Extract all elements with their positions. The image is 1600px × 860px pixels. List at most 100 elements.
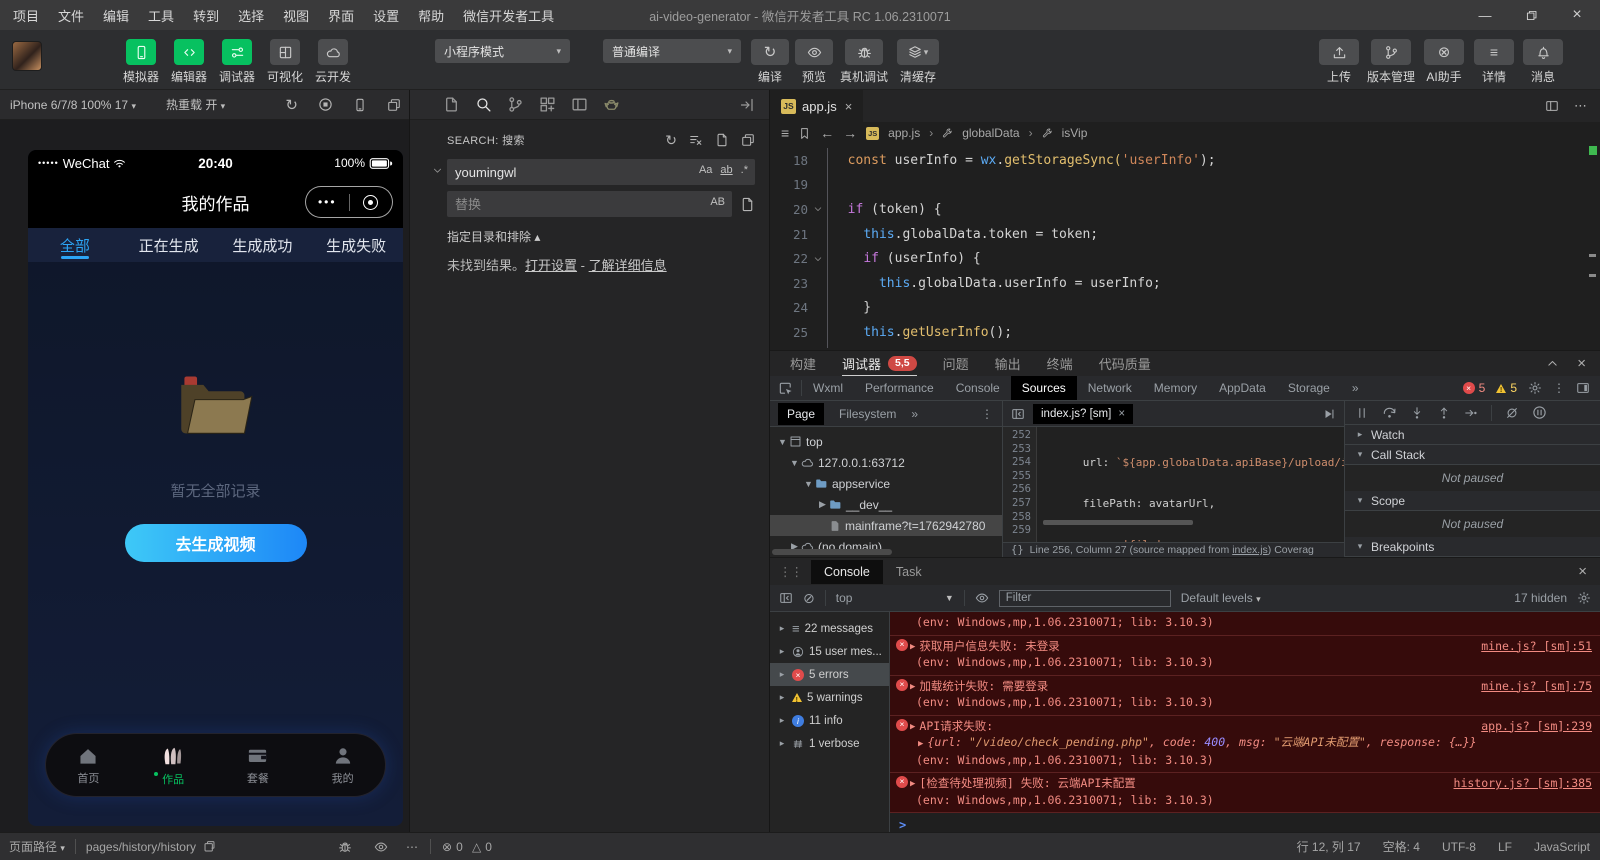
- expand-icon[interactable]: ▶: [910, 680, 915, 696]
- fold-icon[interactable]: [813, 254, 823, 264]
- code-editor[interactable]: 18 const userInfo = wx.getStorageSync('u…: [770, 144, 1600, 350]
- learn-more-link[interactable]: 了解详细信息: [589, 258, 667, 273]
- tree-item-appservice[interactable]: ▼appservice: [770, 473, 1002, 494]
- cloud-dev-button[interactable]: 云开发: [309, 39, 357, 85]
- warning-count[interactable]: 5: [1496, 381, 1517, 395]
- more-actions-icon[interactable]: ⋯: [1574, 98, 1587, 114]
- devtools-tab-performance[interactable]: Performance: [854, 376, 945, 400]
- navigator-tab-filesystem[interactable]: Filesystem: [830, 403, 905, 425]
- console-error-row[interactable]: ×▶获取用户信息失败: 未登录mine.js? [sm]:51 (env: Wi…: [890, 636, 1600, 676]
- regex-toggle[interactable]: .*: [741, 164, 748, 176]
- console-error-row[interactable]: ×▶加载统计失败: 需要登录mine.js? [sm]:75 (env: Win…: [890, 676, 1600, 716]
- console-sidebar-toggle-icon[interactable]: [779, 591, 793, 605]
- debugger-toggle-button[interactable]: 调试器: [213, 39, 261, 85]
- fold-icon[interactable]: [813, 204, 823, 214]
- inspect-icon[interactable]: [778, 381, 793, 396]
- stop-icon[interactable]: [318, 97, 333, 112]
- breakpoints-section[interactable]: ▾Breakpoints: [1345, 537, 1600, 557]
- language-mode[interactable]: JavaScript: [1534, 840, 1590, 854]
- problems-indicator[interactable]: ⊗0: [442, 840, 463, 854]
- bookmark-icon[interactable]: [798, 127, 811, 140]
- simulator-toggle-button[interactable]: 模拟器: [117, 39, 165, 85]
- menu-interface[interactable]: 界面: [328, 6, 354, 25]
- breadcrumb-symbol[interactable]: globalData: [962, 126, 1019, 140]
- filter-user-messages[interactable]: ▸15 user mes...: [770, 640, 889, 663]
- replace-input[interactable]: [447, 191, 732, 217]
- pause-icon[interactable]: [1355, 406, 1369, 420]
- menu-file[interactable]: 文件: [58, 6, 84, 25]
- tab-success[interactable]: 生成成功: [216, 228, 310, 262]
- filter-all-messages[interactable]: ▸≡22 messages: [770, 617, 889, 640]
- tab-indexjs[interactable]: index.js? [sm]×: [1033, 404, 1133, 424]
- close-tab-icon[interactable]: ×: [1118, 408, 1125, 420]
- files-icon[interactable]: [443, 96, 460, 113]
- tree-item-mainframe[interactable]: mainframe?t=1762942780: [770, 515, 1002, 536]
- filter-warnings[interactable]: ▸5 warnings: [770, 686, 889, 709]
- devtools-tab-appdata[interactable]: AppData: [1208, 376, 1277, 400]
- tree-item-top[interactable]: ▼top: [770, 431, 1002, 452]
- messages-button[interactable]: 消息: [1520, 39, 1566, 85]
- mapped-file-link[interactable]: index.js: [1232, 544, 1268, 556]
- more-tabs-icon[interactable]: »: [1341, 376, 1370, 400]
- hot-reload-toggle[interactable]: 热重载 开 ▾: [166, 96, 225, 113]
- pause-on-exceptions-icon[interactable]: [1532, 405, 1547, 420]
- ai-assistant-button[interactable]: ⊗ AI助手: [1420, 39, 1468, 85]
- log-levels-select[interactable]: Default levels ▾: [1181, 591, 1261, 605]
- generate-video-button[interactable]: 去生成视频: [125, 524, 307, 562]
- indent-setting[interactable]: 空格: 4: [1383, 838, 1420, 855]
- expand-icon[interactable]: ▶: [918, 739, 923, 749]
- clear-console-icon[interactable]: ⊘: [803, 590, 815, 607]
- dirs-toggle[interactable]: 指定目录和排除 ▴: [447, 228, 755, 245]
- tabbar-mine[interactable]: 我的: [300, 734, 385, 796]
- phone-frame-icon[interactable]: [353, 98, 367, 112]
- devtools-tab-network[interactable]: Network: [1077, 376, 1143, 400]
- layout-icon[interactable]: [571, 96, 588, 113]
- gear-icon[interactable]: [1528, 381, 1542, 395]
- console-prompt[interactable]: >: [890, 813, 1600, 832]
- menu-project[interactable]: 项目: [13, 6, 39, 25]
- console-error-row[interactable]: (env: Windows,mp,1.06.2310071; lib: 3.10…: [890, 612, 1600, 636]
- outline-icon[interactable]: ≡: [781, 125, 789, 141]
- menu-select[interactable]: 选择: [238, 6, 264, 25]
- encoding[interactable]: UTF-8: [1442, 840, 1476, 854]
- refresh-icon[interactable]: ↻: [665, 132, 677, 149]
- toggle-replace-chevron[interactable]: [432, 165, 443, 176]
- deactivate-breakpoints-icon[interactable]: [1505, 406, 1519, 420]
- nav-forward-icon[interactable]: →: [843, 125, 857, 141]
- visualizer-toggle-button[interactable]: 可视化: [261, 39, 309, 85]
- task-tab[interactable]: Task: [883, 560, 935, 584]
- kebab-menu-icon[interactable]: ⋮: [981, 407, 1002, 421]
- editor-scrollbar[interactable]: [1588, 146, 1598, 346]
- devtools-tab-console[interactable]: Console: [945, 376, 1011, 400]
- step-out-icon[interactable]: [1437, 406, 1451, 420]
- clear-results-icon[interactable]: [689, 133, 703, 147]
- open-settings-link[interactable]: 打开设置: [525, 258, 577, 273]
- minimize-button[interactable]: —: [1462, 0, 1508, 30]
- call-stack-section[interactable]: ▾Call Stack: [1345, 445, 1600, 465]
- tab-all[interactable]: 全部: [28, 228, 122, 262]
- menu-settings[interactable]: 设置: [373, 6, 399, 25]
- step-icon[interactable]: [1464, 406, 1478, 420]
- cursor-position[interactable]: 行 12, 列 17: [1297, 838, 1361, 855]
- extensions-icon[interactable]: [539, 96, 556, 113]
- menu-devtools[interactable]: 微信开发者工具: [463, 6, 554, 25]
- tab-build[interactable]: 构建: [790, 351, 816, 376]
- eol-setting[interactable]: LF: [1498, 840, 1512, 854]
- console-filter-input[interactable]: [999, 590, 1171, 607]
- live-expression-eye-icon[interactable]: [975, 591, 989, 605]
- collapse-panel-icon[interactable]: [1546, 357, 1559, 370]
- console-error-row[interactable]: ×▶[检查待处理视频] 失败: 云端API未配置history.js? [sm]…: [890, 773, 1600, 813]
- dock-side-icon[interactable]: [1576, 381, 1590, 395]
- menu-tools[interactable]: 工具: [148, 6, 174, 25]
- breadcrumb-symbol[interactable]: isVip: [1062, 126, 1088, 140]
- page-path-select[interactable]: 页面路径 ▾: [9, 838, 65, 855]
- tab-failed[interactable]: 生成失败: [309, 228, 403, 262]
- sources-code[interactable]: 252253254255256257258259 url: `${app.glo…: [1003, 427, 1344, 542]
- source-link[interactable]: mine.js? [sm]:51: [1469, 639, 1592, 655]
- close-button[interactable]: ×: [1554, 0, 1600, 30]
- menu-view[interactable]: 视图: [283, 6, 309, 25]
- devtools-tab-memory[interactable]: Memory: [1143, 376, 1208, 400]
- console-error-row[interactable]: ×▶API请求失败:app.js? [sm]:239 ▶{url: "/vide…: [890, 716, 1600, 774]
- multi-window-icon[interactable]: [387, 98, 401, 112]
- tabbar-home[interactable]: 首页: [46, 734, 131, 796]
